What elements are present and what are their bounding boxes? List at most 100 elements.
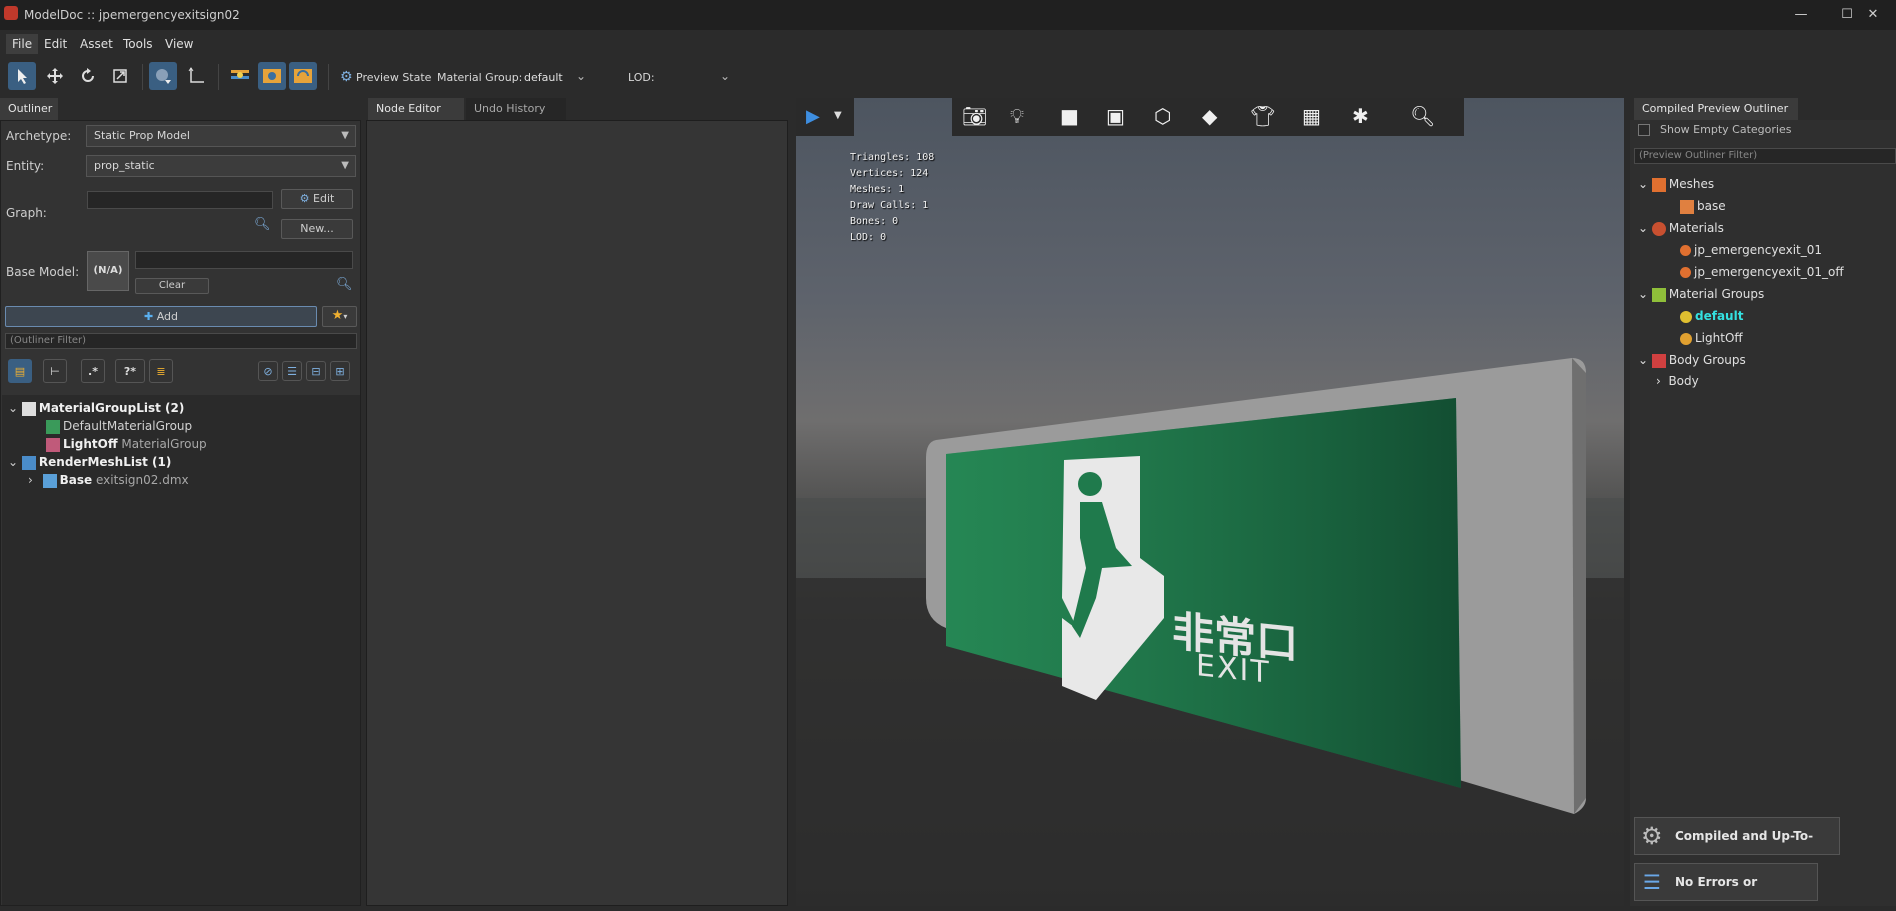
chevron-down-icon: ⌄ — [576, 69, 587, 83]
material-group-select[interactable]: default ⌄ — [520, 67, 592, 89]
favorite-button[interactable]: ★▾ — [322, 306, 357, 327]
graph-new-button[interactable]: New... — [281, 219, 353, 239]
pivot-button[interactable] — [149, 62, 177, 90]
menu-tools[interactable]: Tools — [117, 34, 159, 54]
hierarchy-button[interactable]: ⊢ — [43, 359, 67, 383]
archetype-select[interactable]: Static Prop Model ▼ — [86, 125, 356, 147]
base-model-browse-icon[interactable]: 🔍︎ — [336, 277, 353, 292]
refresh-button[interactable] — [289, 62, 317, 90]
tree-label: Body Groups — [1668, 353, 1746, 367]
grid-icon[interactable]: ▦ — [1302, 104, 1321, 128]
tree-row-material-groups[interactable]: ⌄ Material Groups — [1638, 284, 1764, 304]
chevron-down-icon: ▼ — [834, 110, 842, 121]
close-button[interactable]: ✕ — [1850, 0, 1896, 30]
tree-row-base[interactable]: › Base exitsign02.dmx — [28, 470, 189, 490]
select-tool-button[interactable] — [8, 62, 36, 90]
outliner-filter-input[interactable]: (Outliner Filter) — [5, 333, 357, 349]
cursor-icon — [18, 69, 27, 84]
main-toolbar: ⚙ Preview State Material Group: default … — [0, 58, 1896, 96]
tree-row-body[interactable]: › Body — [1656, 371, 1699, 391]
tree-row-body-groups[interactable]: ⌄ Body Groups — [1638, 350, 1746, 370]
tree-row-base[interactable]: base — [1680, 196, 1726, 216]
node-editor-panel[interactable] — [366, 120, 788, 906]
preview-state-button[interactable]: Preview State — [356, 71, 431, 84]
tree-row-defaultmaterialgroup[interactable]: DefaultMaterialGroup — [46, 416, 192, 436]
star-icon: ★ — [331, 308, 344, 323]
archetype-label: Archetype: — [6, 129, 72, 143]
show-empty-checkbox[interactable] — [1638, 124, 1650, 136]
cube-icon[interactable]: ■ — [1060, 104, 1079, 128]
tree-label: MaterialGroupList (2) — [38, 401, 185, 415]
collapse-all-button[interactable]: ⊟ — [306, 361, 326, 381]
light-icon[interactable]: 💡︎ — [1010, 104, 1024, 128]
tree-row-lightoff[interactable]: LightOff MaterialGroup — [46, 434, 207, 454]
tree-row-rendermeshlist[interactable]: ⌄ RenderMeshList (1) — [8, 452, 171, 472]
tab-node-editor[interactable]: Node Editor — [368, 98, 464, 120]
minimize-button[interactable]: — — [1778, 0, 1824, 30]
lod-select[interactable]: ⌄ — [660, 67, 740, 89]
outliner-view-button[interactable]: ▤ — [8, 359, 32, 383]
list-icon: ☰ — [287, 364, 297, 378]
tree-row-default[interactable]: default — [1680, 306, 1743, 326]
move-tool-button[interactable] — [41, 62, 69, 90]
entity-label: Entity: — [6, 159, 45, 173]
rotate-icon — [82, 68, 94, 82]
shirt-icon[interactable]: 👕︎ — [1250, 104, 1275, 128]
render-stats: Triangles: 108 Vertices: 124 Meshes: 1 D… — [850, 150, 934, 246]
monitor-icon[interactable]: ▣ — [1106, 104, 1125, 128]
compiled-status-button[interactable]: ⚙ Compiled and Up-To-Date — [1634, 817, 1840, 879]
menu-edit[interactable]: Edit — [38, 34, 73, 54]
scale-tool-button[interactable] — [106, 62, 134, 90]
menu-asset[interactable]: Asset — [74, 34, 119, 54]
errors-status-label: No Errors or Warnings — [1675, 875, 1758, 889]
menu-file[interactable]: File — [6, 34, 39, 54]
base-model-label: Base Model: — [6, 265, 80, 279]
list-button[interactable]: ☰ — [282, 361, 302, 381]
camera-icon[interactable]: 📷︎ — [962, 104, 987, 128]
gear-icon: ⚙ — [1641, 822, 1663, 850]
wire-cube-icon[interactable]: ⬡ — [1154, 104, 1171, 128]
chevron-down-icon: ⌄ — [720, 69, 731, 83]
search-icon[interactable]: 🔍︎ — [1410, 104, 1435, 128]
play-dropdown[interactable]: ▶ ▼ — [796, 98, 854, 136]
menu-view[interactable]: View — [159, 34, 199, 54]
entity-select[interactable]: prop_static ▼ — [86, 155, 356, 177]
material-group-value: default — [524, 71, 563, 84]
compile-button[interactable] — [226, 62, 254, 90]
errors-status-button[interactable]: ☰ No Errors or Warnings — [1634, 863, 1818, 901]
stat-lod: LOD: 0 — [850, 232, 887, 243]
base-model-field[interactable] — [135, 251, 353, 269]
tab-undo-history[interactable]: Undo History — [466, 98, 566, 120]
wildcard-button[interactable]: ?* — [115, 359, 145, 383]
3d-viewport[interactable]: 非常口 EXIT ▶ ▼ 📷︎ 💡︎ ■ ▣ ⬡ ◆ 👕︎ ▦ ✱ 🔍︎ Tri… — [796, 98, 1624, 906]
expand-all-button[interactable]: ⊞ — [330, 361, 350, 381]
graph-browse-icon[interactable]: 🔍︎ — [254, 217, 271, 232]
shapes-icon[interactable]: ◆ — [1202, 104, 1217, 128]
regex-button[interactable]: .* — [81, 359, 105, 383]
axis-button[interactable] — [182, 62, 210, 90]
clear-button[interactable]: Clear — [135, 278, 209, 294]
tree-row-materialgrouplist[interactable]: ⌄ MaterialGroupList (2) — [8, 398, 184, 418]
material-group-icon — [1680, 332, 1692, 345]
sort-button[interactable]: ≣ — [149, 359, 173, 383]
tree-label: base — [1697, 199, 1726, 213]
hide-icon: ⊘ — [263, 364, 273, 378]
preview-outliner-filter[interactable]: (Preview Outliner Filter) — [1634, 148, 1896, 164]
add-button[interactable]: ✚ Add — [5, 306, 317, 327]
tree-row-materials[interactable]: ⌄ Materials — [1638, 218, 1724, 238]
build-button[interactable] — [258, 62, 286, 90]
refresh-icon — [294, 69, 312, 83]
tab-compiled-preview-outliner[interactable]: Compiled Preview Outliner — [1634, 98, 1798, 120]
tree-row-material-1[interactable]: jp_emergencyexit_01 — [1680, 240, 1822, 260]
tree-row-lightoff[interactable]: LightOff — [1680, 328, 1743, 348]
preview-gear-icon: ⚙ — [340, 69, 353, 85]
graph-field[interactable] — [87, 191, 273, 209]
tab-outliner[interactable]: Outliner — [0, 98, 58, 120]
hide-button[interactable]: ⊘ — [258, 361, 278, 381]
rotate-tool-button[interactable] — [74, 62, 102, 90]
chevron-down-icon: ⌄ — [1638, 287, 1649, 301]
skeleton-icon[interactable]: ✱ — [1352, 104, 1369, 128]
tree-row-meshes[interactable]: ⌄ Meshes — [1638, 174, 1714, 194]
tree-row-material-2[interactable]: jp_emergencyexit_01_off — [1680, 262, 1844, 282]
graph-edit-button[interactable]: ⚙ Edit — [281, 189, 353, 209]
